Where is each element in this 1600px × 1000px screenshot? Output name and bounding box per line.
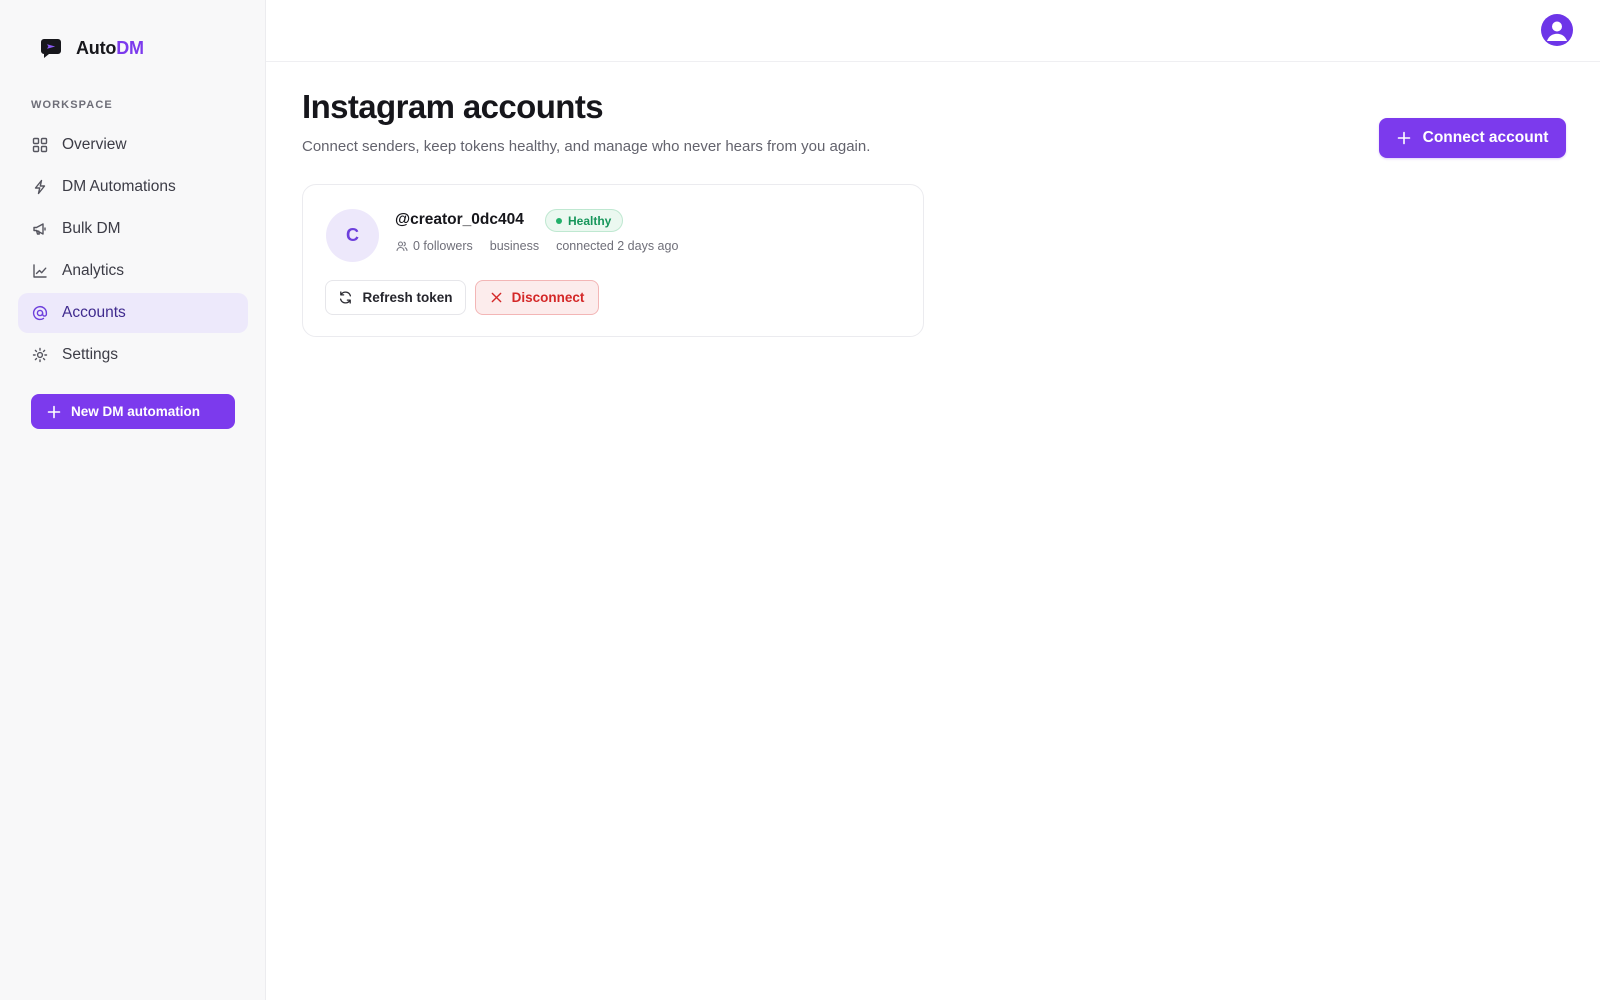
- sidebar-item-analytics[interactable]: Analytics: [18, 251, 248, 291]
- at-sign-icon: [32, 305, 48, 321]
- sidebar-item-label: Overview: [62, 136, 127, 153]
- followers-count: 0 followers: [413, 239, 473, 253]
- page-subtitle: Connect senders, keep tokens healthy, an…: [302, 138, 871, 155]
- users-icon: [396, 241, 408, 252]
- new-dm-automation-button[interactable]: New DM automation: [31, 394, 235, 429]
- sidebar-item-label: DM Automations: [62, 178, 176, 195]
- sidebar-item-label: Analytics: [62, 262, 125, 279]
- sidebar-item-label: Bulk DM: [62, 220, 121, 237]
- status-dot-icon: [556, 217, 562, 224]
- disconnect-label: Disconnect: [511, 290, 585, 305]
- page-title: Instagram accounts: [302, 88, 604, 125]
- brand-name: AutoDM: [76, 38, 144, 59]
- account-card: C @creator_0dc404 Healthy 0 followers bu…: [302, 184, 924, 337]
- line-chart-icon: [33, 264, 47, 278]
- account-connected-time: connected 2 days ago: [556, 239, 679, 253]
- sidebar-item-dm-automations[interactable]: DM Automations: [18, 167, 248, 207]
- sidebar-item-accounts[interactable]: Accounts: [18, 293, 248, 333]
- sidebar-item-settings[interactable]: Settings: [18, 335, 248, 375]
- grid-icon: [32, 137, 48, 153]
- connect-account-button[interactable]: Connect account: [1379, 118, 1566, 158]
- account-meta: 0 followers business connected 2 days ag…: [396, 239, 678, 253]
- sidebar-item-label: Settings: [62, 346, 119, 363]
- status-label: Healthy: [568, 213, 612, 228]
- status-badge: Healthy: [545, 209, 624, 232]
- sun-gear-icon: [32, 347, 48, 363]
- megaphone-icon: [33, 223, 46, 235]
- refresh-token-label: Refresh token: [362, 290, 453, 305]
- sidebar-item-label: Accounts: [62, 304, 126, 321]
- account-handle: @creator_0dc404: [395, 211, 524, 228]
- user-avatar-button[interactable]: [1541, 14, 1573, 46]
- chat-bubble-send-icon: [41, 39, 61, 58]
- lightning-icon: [34, 179, 46, 195]
- user-avatar-icon: [1547, 21, 1567, 41]
- close-icon: [491, 292, 501, 303]
- refresh-icon: [340, 291, 352, 304]
- account-avatar: C: [326, 209, 379, 262]
- sidebar-nav: Overview DM Automations Bulk DM Analytic…: [18, 125, 248, 377]
- brand-name-dm: DM: [116, 37, 144, 58]
- sidebar: AutoDM WORKSPACE Overview DM Automations…: [0, 0, 266, 1000]
- sidebar-section-label: WORKSPACE: [31, 99, 113, 111]
- new-dm-automation-label: New DM automation: [71, 404, 201, 419]
- connect-account-label: Connect account: [1422, 129, 1549, 146]
- sidebar-item-overview[interactable]: Overview: [18, 125, 248, 165]
- sidebar-item-bulk-dm[interactable]: Bulk DM: [18, 209, 248, 249]
- brand-name-auto: Auto: [76, 37, 117, 58]
- disconnect-button[interactable]: Disconnect: [475, 280, 599, 315]
- account-type: business: [489, 239, 540, 253]
- topbar: [266, 0, 1600, 62]
- brand[interactable]: AutoDM: [39, 36, 144, 60]
- plus-icon: [47, 405, 61, 418]
- plus-icon: [1397, 131, 1410, 145]
- refresh-token-button[interactable]: Refresh token: [325, 280, 466, 315]
- account-followers: 0 followers: [396, 239, 473, 253]
